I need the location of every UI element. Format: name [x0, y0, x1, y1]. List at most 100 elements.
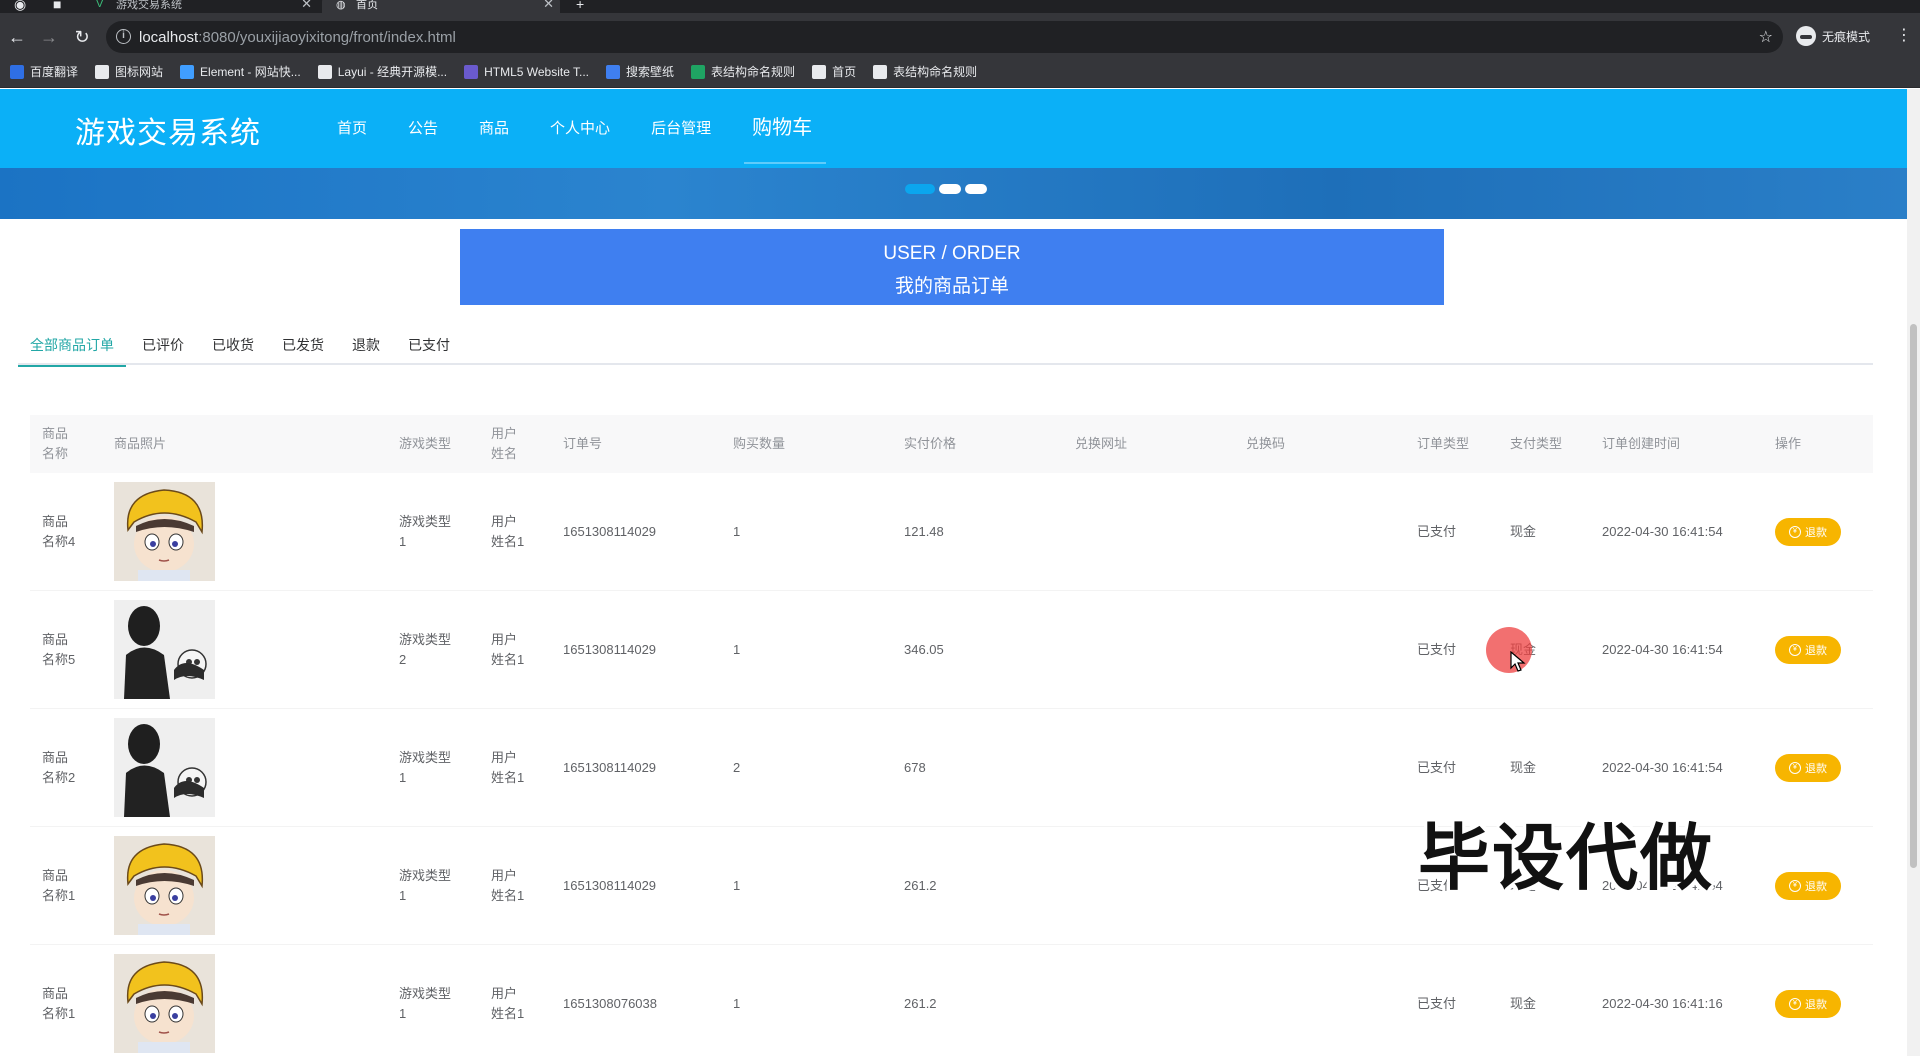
back-icon[interactable]: ←	[5, 25, 29, 49]
cell-pay-type: 现金	[1510, 995, 1537, 1011]
bookmark-item[interactable]: Layui - 经典开源模...	[317, 63, 447, 80]
url-text[interactable]: localhost:8080/youxijiaoyixitong/front/i…	[139, 29, 456, 46]
order-tab[interactable]: 退款	[340, 335, 392, 365]
product-photo[interactable]	[114, 718, 215, 817]
scrollbar-thumb[interactable]	[1910, 324, 1917, 868]
bookmark-label: Element - 网站快...	[200, 65, 301, 79]
bookmark-label: 表结构命名规则	[711, 65, 796, 79]
cell-order-type: 已支付	[1417, 759, 1457, 775]
globe-icon: ◍	[336, 0, 346, 11]
cell-qty: 1	[733, 641, 741, 657]
table-body: 商品 名称4 游戏类型 1 用户 姓名1 1651308114029 1 121.48 已支…	[30, 473, 1873, 1056]
close-icon[interactable]: ✕	[301, 0, 312, 12]
refund-button[interactable]: ¥ 退款	[1775, 753, 1841, 782]
page-scrollbar[interactable]	[1907, 89, 1920, 1056]
cell-game-type: 游戏类型 2	[399, 631, 452, 667]
nav-item[interactable]: 个人中心	[550, 89, 610, 168]
carousel-banner	[0, 168, 1907, 219]
browser-menu-icon[interactable]: ⋮	[1896, 25, 1912, 45]
order-tab[interactable]: 已评价	[130, 335, 196, 365]
browser-tab-active[interactable]: ◍ 首页 ✕	[322, 0, 560, 13]
watermark-text: 毕设代做	[1418, 819, 1715, 899]
bookmark-item[interactable]: 搜索壁纸	[606, 63, 674, 80]
bookmark-item[interactable]: 百度翻译	[10, 63, 78, 80]
vue-icon: V	[96, 0, 104, 10]
cell-game-type: 游戏类型 1	[399, 749, 452, 785]
bookmark-item[interactable]: 表结构命名规则	[873, 63, 977, 80]
table-row: 商品 名称1 游戏类型 1 用户 姓名1 1651308076038 1 261.2 已支付…	[30, 945, 1873, 1056]
incognito-icon	[1796, 26, 1816, 46]
url-bar[interactable]: i localhost:8080/youxijiaoyixitong/front…	[106, 21, 1783, 53]
refund-button[interactable]: ¥ 退款	[1775, 871, 1841, 900]
bookmark-label: 表结构命名规则	[893, 65, 978, 79]
carousel-dot[interactable]	[965, 184, 987, 194]
orders-table: 商品 名称 商品照片 游戏类型 用户 姓名 订单号 购买数量 实付价格 兑换网址…	[30, 415, 1873, 1056]
forward-icon[interactable]: →	[37, 25, 61, 49]
order-tab[interactable]: 已支付	[396, 335, 462, 365]
bookmark-item[interactable]: 表结构命名规则	[691, 63, 795, 80]
close-icon[interactable]: ✕	[543, 0, 554, 12]
bookmarks-bar: 百度翻译 图标网站 Element - 网站快... Layui - 经典开源模...…	[0, 56, 1920, 88]
bookmark-star-icon[interactable]: ☆	[1759, 27, 1773, 47]
header-qty: 购买数量	[733, 436, 786, 451]
url-path: :8080/youxijiaoyixitong/front/index.html	[198, 29, 456, 46]
header-created: 订单创建时间	[1602, 436, 1681, 451]
cell-qty: 1	[733, 877, 741, 893]
refund-button[interactable]: ¥ 退款	[1775, 517, 1841, 546]
bookmark-item[interactable]: 图标网站	[95, 63, 163, 80]
site-brand[interactable]: 游戏交易系统	[75, 108, 261, 152]
nav-item[interactable]: 公告	[408, 89, 438, 168]
cell-price: 121.48	[904, 523, 944, 539]
browser-tab-title: 游戏交易系统	[116, 0, 182, 11]
new-tab-icon[interactable]: +	[576, 0, 584, 12]
table-row: 商品 名称5 游戏类型 2 用户 姓名1 1651308114029 1 346.05 已支…	[30, 591, 1873, 709]
bookmark-item[interactable]: 首页	[812, 63, 856, 80]
refund-button[interactable]: ¥ 退款	[1775, 989, 1841, 1018]
bookmark-item[interactable]: Element - 网站快...	[180, 63, 301, 80]
cell-qty: 1	[733, 523, 741, 539]
order-tab[interactable]: 全部商品订单	[18, 335, 126, 367]
product-photo[interactable]	[114, 482, 215, 581]
cell-qty: 1	[733, 995, 741, 1011]
nav-item[interactable]: 商品	[479, 89, 509, 168]
incognito-indicator[interactable]: 无痕模式	[1796, 22, 1870, 50]
reload-icon[interactable]: ↻	[70, 25, 94, 49]
tab-search-icon[interactable]: ■	[53, 0, 61, 12]
product-photo[interactable]	[114, 836, 215, 935]
refund-button[interactable]: ¥ 退款	[1775, 635, 1841, 664]
site-info-icon[interactable]: i	[116, 29, 131, 44]
table-header: 商品 名称 商品照片 游戏类型 用户 姓名 订单号 购买数量 实付价格 兑换网址…	[30, 415, 1873, 473]
cell-name: 商品 名称5	[42, 631, 76, 667]
cell-created: 2022-04-30 16:41:54	[1602, 641, 1723, 657]
cell-order-type: 已支付	[1417, 995, 1457, 1011]
carousel-indicators	[905, 184, 991, 194]
cell-price: 261.2	[904, 877, 937, 893]
cell-name: 商品 名称1	[42, 867, 76, 903]
nav-item[interactable]: 购物车	[744, 89, 827, 168]
incognito-label: 无痕模式	[1822, 29, 1871, 44]
carousel-dot[interactable]	[939, 184, 961, 194]
html5-icon	[464, 64, 479, 79]
cell-name: 商品 名称2	[42, 749, 76, 785]
cell-order-type: 已支付	[1417, 523, 1457, 539]
nav-item[interactable]: 首页	[337, 89, 367, 168]
browser-tab[interactable]: V 游戏交易系统 ✕	[80, 0, 318, 13]
order-tab[interactable]: 已收货	[200, 335, 266, 365]
cell-order-no: 1651308114029	[563, 641, 657, 657]
order-tab[interactable]: 已发货	[270, 335, 336, 365]
carousel-dot[interactable]	[905, 184, 935, 194]
cell-price: 261.2	[904, 995, 937, 1011]
nav-item[interactable]: 后台管理	[651, 89, 711, 168]
page-title-zh: 我的商品订单	[894, 276, 1009, 297]
product-photo[interactable]	[114, 600, 215, 699]
header-name: 商品 名称	[42, 426, 69, 461]
cell-user: 用户 姓名1	[491, 867, 525, 903]
product-photo[interactable]	[114, 954, 215, 1053]
header-order-type: 订单类型	[1417, 436, 1470, 451]
cell-user: 用户 姓名1	[491, 749, 525, 785]
yen-icon: ¥	[1789, 525, 1801, 538]
header-order-no: 订单号	[563, 436, 603, 451]
refund-label: 退款	[1805, 998, 1827, 1011]
refund-label: 退款	[1805, 880, 1827, 893]
bookmark-item[interactable]: HTML5 Website T...	[464, 64, 589, 79]
